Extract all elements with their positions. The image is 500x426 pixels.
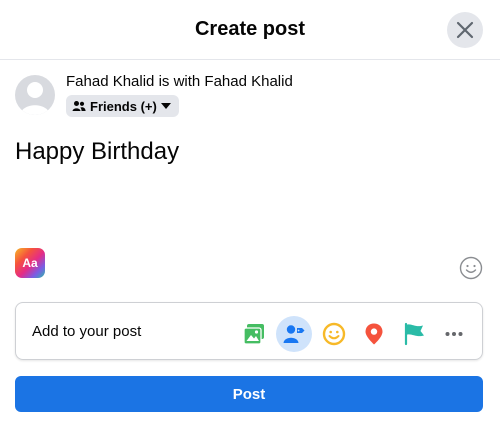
text-style-button[interactable]: Aa: [15, 248, 45, 278]
close-button[interactable]: [447, 12, 483, 48]
dialog-header: Create post: [0, 0, 500, 60]
more-icon: [445, 332, 463, 336]
add-to-post-label: Add to your post: [32, 323, 142, 340]
post-button-label: Post: [232, 385, 266, 403]
life-event-flag-icon: [404, 322, 424, 346]
check-in-button[interactable]: [356, 316, 392, 352]
add-to-post-bar: Add to your post: [15, 302, 483, 360]
photo-video-button[interactable]: [236, 316, 272, 352]
tag-people-icon: [283, 325, 305, 343]
text-style-label: Aa: [22, 256, 38, 270]
post-text-input[interactable]: Happy Birthday: [15, 138, 179, 166]
check-in-icon: [365, 323, 383, 345]
audience-selector[interactable]: Friends (+): [66, 95, 179, 117]
tag-people-button[interactable]: [276, 316, 312, 352]
dialog-title: Create post: [194, 18, 306, 40]
caret-down-icon: [160, 103, 171, 109]
create-post-dialog: Create post Fahad Khalid is with Fahad K…: [0, 0, 500, 426]
more-options-button[interactable]: [436, 316, 472, 352]
default-avatar-icon: [20, 82, 50, 115]
audience-label: Friends (+): [90, 98, 157, 114]
life-event-button[interactable]: [396, 316, 432, 352]
photo-video-icon: [243, 324, 264, 345]
smiley-icon: [459, 256, 483, 280]
friends-icon: [72, 101, 86, 111]
close-icon: [456, 21, 474, 39]
post-button[interactable]: Post: [15, 376, 483, 412]
feeling-activity-button[interactable]: [316, 316, 352, 352]
avatar[interactable]: [15, 75, 55, 115]
feeling-icon: [322, 322, 346, 346]
user-tag-line: Fahad Khalid is with Fahad Khalid: [66, 73, 293, 90]
emoji-button[interactable]: [459, 256, 483, 280]
